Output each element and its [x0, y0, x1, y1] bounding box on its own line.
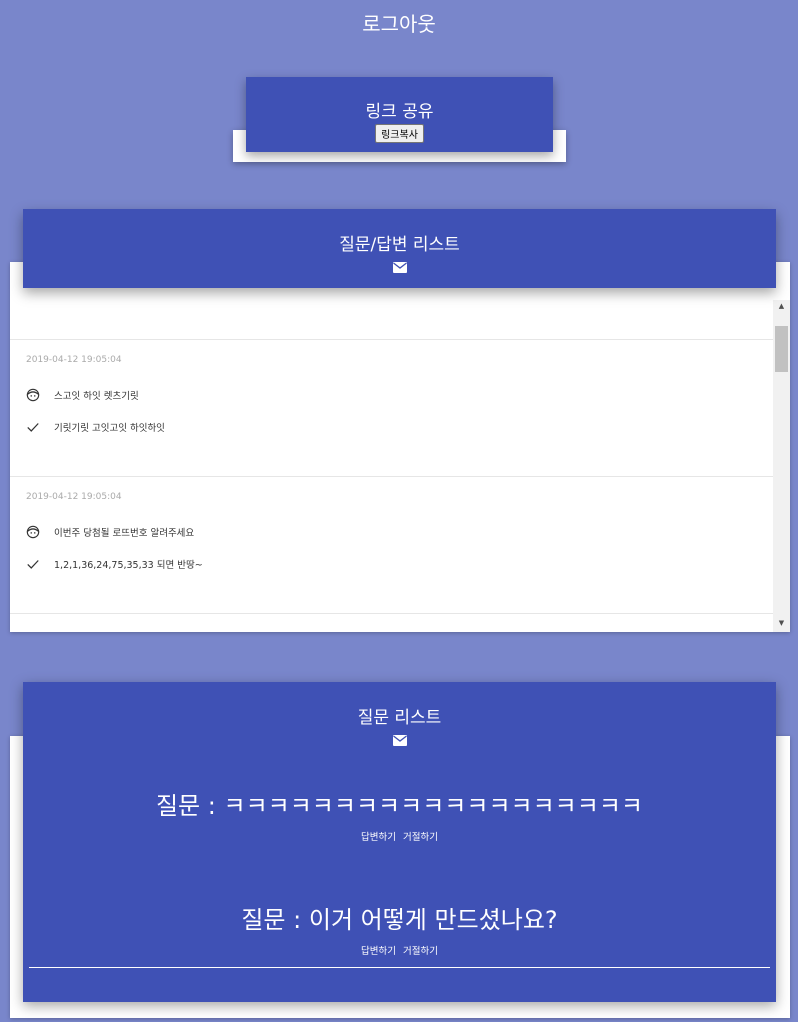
- question-list-panel: 질문 리스트 질문 : ㅋㅋㅋㅋㅋㅋㅋㅋㅋㅋㅋㅋㅋㅋㅋㅋㅋㅋㅋ 답변하기 거절하…: [23, 682, 776, 1002]
- mail-icon: [392, 735, 407, 746]
- check-icon: [27, 560, 39, 569]
- qa-list-item: 2019-04-12 19:05:04 스고잇 하잇 렛츠기릿 기릿기릿 고잇고…: [10, 339, 773, 476]
- question-body: 이거 어떻게 만드셨나요?: [308, 906, 558, 934]
- logout-link[interactable]: 로그아웃: [0, 8, 798, 37]
- qa-date: 2019-04-12 19:05:04: [26, 492, 122, 502]
- qa-question-text: 이번주 당첨될 로뜨번호 알려주세요: [54, 528, 195, 539]
- scroll-up-arrow-icon[interactable]: ▲: [773, 298, 790, 315]
- qa-answer-text: 기릿기릿 고잇고잇 하잇하잇: [54, 423, 165, 434]
- question-prefix: 질문 :: [155, 792, 224, 820]
- question-actions: 답변하기 거절하기: [23, 943, 776, 957]
- question-item: 질문 : ㅋㅋㅋㅋㅋㅋㅋㅋㅋㅋㅋㅋㅋㅋㅋㅋㅋㅋㅋ 답변하기 거절하기: [23, 786, 776, 843]
- qa-question-row: 스고잇 하잇 렛츠기릿: [26, 388, 139, 402]
- question-list-title: 질문 리스트: [357, 708, 442, 728]
- qa-list-title: 질문/답변 리스트: [339, 235, 460, 255]
- question-prefix: 질문 :: [241, 906, 309, 934]
- qa-answer-text: 1,2,1,36,24,75,35,33 되면 반땅~: [54, 560, 203, 571]
- question-actions: 답변하기 거절하기: [23, 829, 776, 843]
- question-body: ㅋㅋㅋㅋㅋㅋㅋㅋㅋㅋㅋㅋㅋㅋㅋㅋㅋㅋㅋ: [223, 792, 644, 820]
- answer-button[interactable]: 답변하기: [361, 946, 396, 957]
- qa-question-text: 스고잇 하잇 렛츠기릿: [54, 391, 139, 402]
- qa-date: 2019-04-12 19:05:04: [26, 355, 122, 365]
- scroll-down-arrow-icon[interactable]: ▼: [773, 615, 790, 632]
- reject-button[interactable]: 거절하기: [403, 832, 438, 843]
- question-text: 질문 : ㅋㅋㅋㅋㅋㅋㅋㅋㅋㅋㅋㅋㅋㅋㅋㅋㅋㅋㅋ: [23, 786, 776, 821]
- qa-list-panel: 2019-04-12 19:05:04 스고잇 하잇 렛츠기릿 기릿기릿 고잇고…: [10, 262, 790, 632]
- check-icon: [27, 423, 39, 432]
- reject-button[interactable]: 거절하기: [403, 946, 438, 957]
- scrollbar-thumb[interactable]: [775, 326, 788, 372]
- mail-icon: [392, 262, 407, 273]
- qa-list-scroll[interactable]: 2019-04-12 19:05:04 스고잇 하잇 렛츠기릿 기릿기릿 고잇고…: [10, 262, 773, 632]
- qa-answer-row: 1,2,1,36,24,75,35,33 되면 반땅~: [26, 557, 203, 571]
- user-face-icon: [26, 388, 40, 402]
- qa-list-item: 2019-04-12 19:05:04 이번주 당첨될 로뜨번호 알려주세요 1…: [10, 476, 773, 613]
- user-face-icon: [26, 525, 40, 539]
- qa-question-row: 이번주 당첨될 로뜨번호 알려주세요: [26, 525, 194, 539]
- qa-answer-row: 기릿기릿 고잇고잇 하잇하잇: [26, 420, 165, 434]
- qa-list-header: 질문/답변 리스트: [23, 209, 776, 288]
- share-card: 링크 공유 링크복사: [246, 77, 553, 152]
- question-item: 질문 : 이거 어떻게 만드셨나요? 답변하기 거절하기: [23, 900, 776, 957]
- answer-button[interactable]: 답변하기: [361, 832, 396, 843]
- question-divider: [29, 967, 770, 968]
- question-text: 질문 : 이거 어떻게 만드셨나요?: [23, 900, 776, 935]
- qa-scrollbar[interactable]: ▲ ▼: [773, 300, 790, 632]
- copy-link-button[interactable]: 링크복사: [375, 124, 424, 143]
- share-title: 링크 공유: [365, 102, 434, 122]
- qa-list-item-partial: [10, 613, 773, 632]
